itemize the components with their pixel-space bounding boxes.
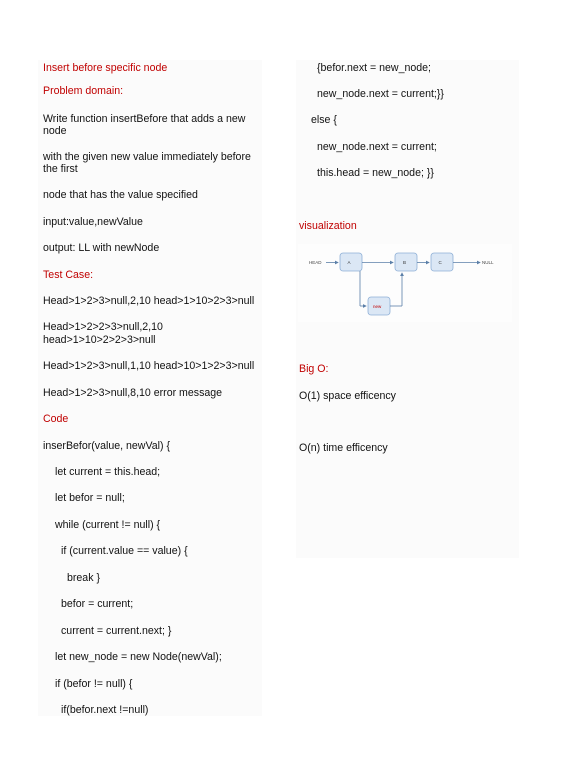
node-a-label: A	[348, 260, 351, 265]
output-spec: output: LL with newNode	[43, 242, 160, 254]
problem-description-3: node that has the value specified	[43, 189, 198, 201]
input-spec: input:value,newValue	[43, 216, 143, 228]
test-case-2b: head>1>10>2>2>3>null	[43, 334, 156, 346]
test-case-2a: Head>1>2>2>3>null,2,10	[43, 321, 163, 333]
code-heading: Code	[43, 413, 69, 425]
node-a	[339, 252, 363, 272]
test-case-1: Head>1>2>3>null,2,10 head>1>10>2>3>null	[43, 295, 255, 307]
problem-description-2: with the given new value immediately bef…	[43, 151, 251, 175]
code-line: let new_node = new Node(newVal);	[55, 651, 222, 663]
head-label: HEAD	[309, 260, 322, 265]
linked-list-diagram: HEAD A B C NULL new	[298, 244, 512, 322]
node-b-label: B	[403, 260, 406, 265]
code-line: if (befor != null) {	[55, 678, 133, 690]
code-line: break }	[67, 572, 100, 584]
code-line: this.head = new_node; }}	[317, 167, 434, 179]
test-case-3: Head>1>2>3>null,1,10 head>10>1>2>3>null	[43, 360, 255, 372]
code-line: if(befor.next !=null)	[61, 704, 149, 716]
code-line: current = current.next; }	[61, 625, 172, 637]
problem-domain-heading: Problem domain:	[43, 85, 124, 97]
time-complexity: O(n) time efficency	[299, 442, 388, 454]
page-title: Insert before specific node	[43, 62, 168, 74]
test-case-heading: Test Case:	[43, 269, 94, 281]
code-line: new_node.next = current;	[317, 141, 437, 153]
big-o-heading: Big O:	[299, 363, 329, 375]
problem-description: Write function insertBefore that adds a …	[43, 113, 246, 137]
code-line: if (current.value == value) {	[61, 545, 188, 557]
code-line: while (current != null) {	[55, 519, 161, 531]
code-line: befor = current;	[61, 598, 134, 610]
space-complexity: O(1) space efficency	[299, 390, 396, 402]
code-line: else {	[311, 114, 337, 126]
code-line: inserBefor(value, newVal) {	[43, 440, 170, 452]
code-line: let current = this.head;	[55, 466, 161, 478]
code-line: {befor.next = new_node;	[317, 62, 431, 74]
node-new-label: new	[373, 304, 382, 309]
code-line: new_node.next = current;}}	[317, 88, 444, 100]
code-line: let befor = null;	[55, 492, 125, 504]
null-label: NULL	[482, 260, 494, 265]
visualization-heading: visualization	[299, 220, 357, 232]
test-case-4: Head>1>2>3>null,8,10 error message	[43, 387, 223, 399]
node-c	[430, 252, 454, 272]
